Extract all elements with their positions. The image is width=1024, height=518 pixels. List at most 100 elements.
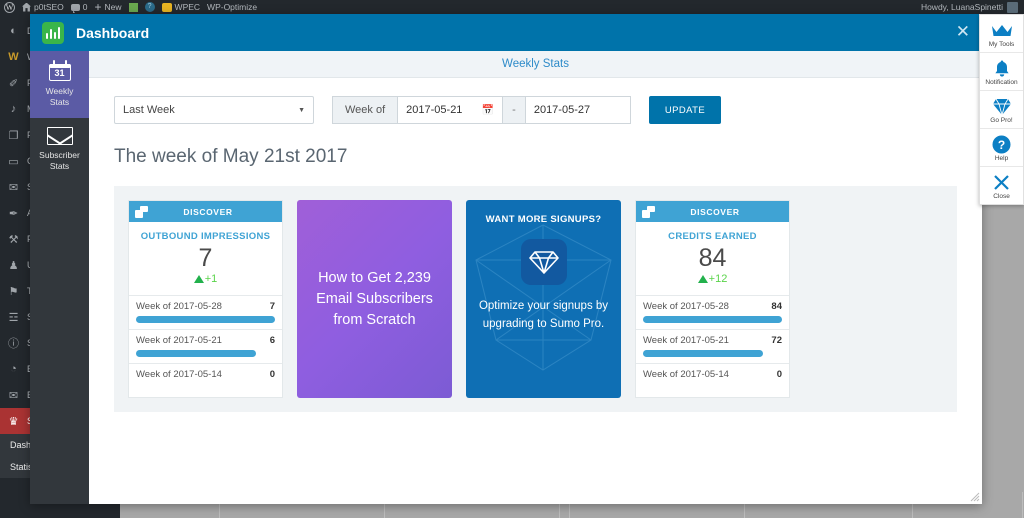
row-label: Week of 2017-05-28: [643, 301, 729, 312]
wp-admin-bar[interactable]: W p0tSEO 0 + New ? WPEC WP-Optimize Howd…: [0, 0, 1024, 14]
pin-icon: ✐: [8, 77, 19, 90]
svg-text:?: ?: [998, 138, 1005, 152]
promo-card-description: Optimize your signups by upgrading to Su…: [478, 300, 609, 330]
screen: W p0tSEO 0 + New ? WPEC WP-Optimize Howd…: [0, 0, 1024, 518]
stat-card-outbound-impressions: DISCOVER OUTBOUND IMPRESSIONS 7 +1 Week …: [128, 200, 283, 398]
card-header: DISCOVER: [636, 201, 789, 222]
section-title: Weekly Stats: [89, 51, 982, 78]
card-header-label: DISCOVER: [690, 206, 740, 217]
close-icon[interactable]: ✕: [956, 24, 970, 41]
pages-icon: ❐: [8, 129, 19, 142]
row-value: 0: [776, 369, 782, 380]
wpec-menu[interactable]: WPEC: [161, 2, 201, 12]
plugins-icon: ⚒: [8, 233, 19, 246]
card-value: 7: [198, 244, 213, 272]
site-name-label: p0tSEO: [34, 2, 64, 12]
table-row: Week of 2017-05-28 84: [636, 296, 789, 330]
wp-optimize-label: WP-Optimize: [207, 2, 258, 12]
diamond-icon: [982, 97, 1021, 116]
row-progress-track: [643, 384, 782, 391]
network-background-icon: [475, 224, 612, 371]
help-circle-icon[interactable]: ?: [144, 2, 155, 12]
calendar-icon: 31: [32, 60, 87, 81]
table-row: Week of 2017-05-21 6: [129, 330, 282, 364]
arrow-up-icon: [697, 275, 708, 283]
date-separator: -: [503, 96, 525, 124]
comment-bubble-icon: [70, 3, 80, 13]
sumo-floating-toolbar[interactable]: My Tools Notification Go Pro! ? Help Clo…: [979, 14, 1024, 205]
wordpress-logo-icon[interactable]: W: [4, 1, 15, 13]
calendar-icon[interactable]: 📅: [482, 105, 494, 116]
wp-optimize-menu[interactable]: WP-Optimize: [207, 2, 257, 12]
end-date-input[interactable]: 2017-05-27: [524, 96, 631, 124]
modal-header: Dashboard ✕: [30, 14, 982, 51]
row-progress-track: [643, 350, 782, 357]
comments-icon: ▭: [8, 155, 19, 168]
sidebar-item-label-line1: Subscriber: [39, 150, 80, 160]
toolbar-item-notification[interactable]: Notification: [980, 53, 1023, 91]
sumo-dashboard-modal: Dashboard ✕ 31 Weekly Stats Subscriber S…: [30, 14, 982, 504]
toolbar-item-label: My Tools: [988, 41, 1015, 48]
toolbar-item-close[interactable]: Close: [980, 167, 1023, 204]
promo-card-article[interactable]: How to Get 2,239 Email Subscribers from …: [297, 200, 452, 398]
row-progress-bar: [136, 316, 275, 323]
toolbar-item-label: Help: [994, 155, 1009, 162]
filter-toolbar: Last Week ▼ Week of 2017-05-21 📅 - 2017-…: [114, 96, 957, 124]
twitter-icon: ✉: [8, 389, 19, 402]
row-progress-track: [136, 384, 275, 391]
row-value: 6: [269, 335, 275, 346]
discover-icon: [642, 205, 655, 218]
sidebar-item-subscriber-stats[interactable]: Subscriber Stats: [30, 118, 89, 182]
table-row: Week of 2017-05-14 0: [636, 364, 789, 397]
sidebar-item-weekly-stats[interactable]: 31 Weekly Stats: [30, 51, 89, 118]
toolbar-item-help[interactable]: ? Help: [980, 129, 1023, 167]
row-value: 84: [771, 301, 782, 312]
modal-sidebar[interactable]: 31 Weekly Stats Subscriber Stats: [30, 51, 89, 504]
new-label: New: [104, 2, 122, 12]
card-body: OUTBOUND IMPRESSIONS 7 +1: [129, 222, 282, 295]
calendar-day-label: 31: [54, 68, 65, 78]
comment-count: 0: [82, 2, 88, 12]
sidebar-item-label-line2: Stats: [49, 97, 70, 107]
woocommerce-icon: W: [8, 51, 19, 63]
card-body: CREDITS EARNED 84 +12: [636, 222, 789, 295]
new-content-menu[interactable]: + New: [95, 1, 122, 13]
card-rows: Week of 2017-05-28 84 Week of 2017-05-21…: [636, 295, 789, 397]
promo-card-upgrade[interactable]: WANT MORE SIGNUPS? Optimize your signups…: [466, 200, 621, 398]
table-row: Week of 2017-05-21 72: [636, 330, 789, 364]
home-icon: [22, 2, 31, 12]
resize-handle[interactable]: [968, 490, 980, 502]
diamond-icon: [520, 239, 567, 285]
row-value: 0: [269, 369, 275, 380]
green-plugin-icon[interactable]: [128, 2, 138, 12]
toolbar-item-label: Go Pro!: [990, 117, 1013, 124]
sidebar-item-label-line2: Stats: [49, 161, 70, 171]
dashboard-icon: ◐: [10, 25, 17, 37]
toolbar-item-go-pro[interactable]: Go Pro!: [980, 91, 1023, 129]
toolbar-item-my-tools[interactable]: My Tools: [980, 15, 1023, 53]
diamond-glyph: [528, 251, 559, 274]
range-select[interactable]: Last Week ▼: [114, 96, 314, 124]
update-button[interactable]: UPDATE: [648, 96, 722, 124]
cards-container: DISCOVER OUTBOUND IMPRESSIONS 7 +1 Week …: [114, 186, 957, 412]
row-progress-track: [643, 316, 782, 323]
promo-card-text: How to Get 2,239 Email Subscribers from …: [316, 269, 433, 328]
row-label: Week of 2017-05-21: [643, 335, 729, 346]
speed-icon: ◔: [10, 363, 17, 375]
bell-icon: [982, 59, 1021, 78]
site-name-menu[interactable]: p0tSEO: [22, 2, 64, 12]
account-menu[interactable]: Howdy, LuanaSpinetti: [921, 1, 1020, 13]
row-value: 7: [269, 301, 275, 312]
row-label: Week of 2017-05-28: [136, 301, 222, 312]
comments-menu[interactable]: 0: [70, 2, 88, 13]
card-delta: +1: [135, 273, 276, 285]
question-circle-icon: ?: [982, 135, 1021, 154]
toolbar-item-label: Notification: [985, 79, 1018, 86]
appearance-icon: ✒: [8, 207, 19, 220]
start-date-input[interactable]: 2017-05-21 📅: [397, 96, 504, 124]
row-progress-bar: [643, 350, 763, 357]
row-progress-bar: [136, 350, 256, 357]
wpec-label: WPEC: [174, 2, 201, 12]
discover-icon: [135, 205, 148, 218]
week-of-label: Week of: [332, 96, 398, 124]
